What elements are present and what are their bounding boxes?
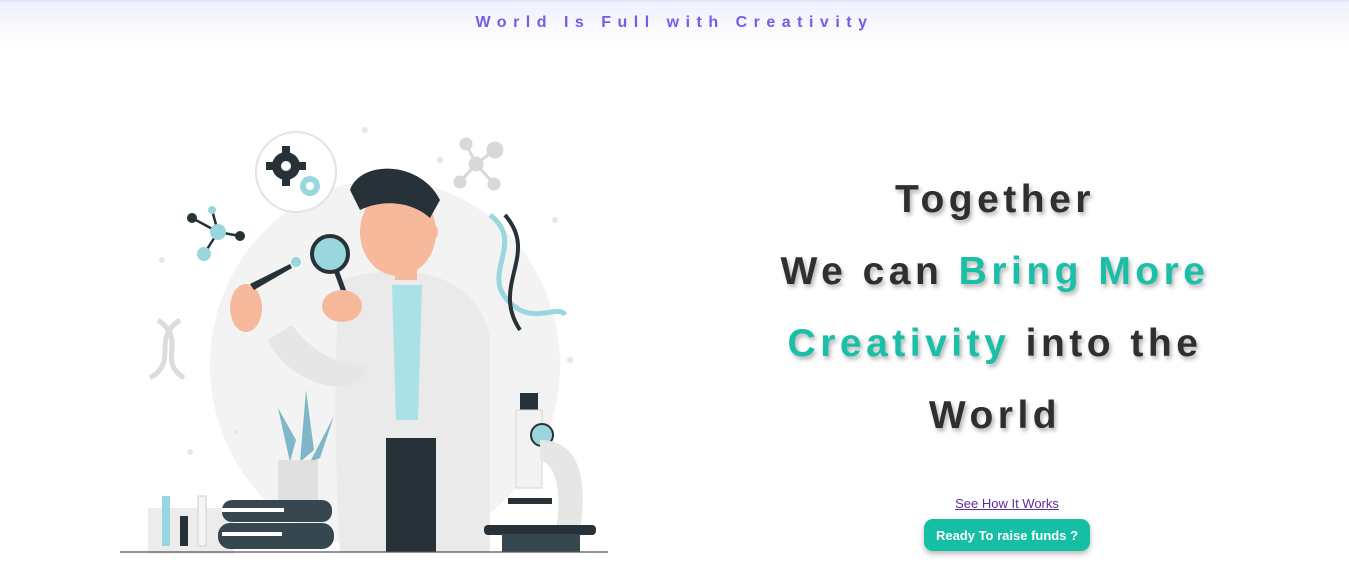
headline-line-3: Creativity into the [760, 308, 1230, 380]
hero-headline: Together We can Bring More Creativity in… [760, 164, 1230, 452]
headline-line-2-text: We can [780, 250, 959, 293]
raise-funds-button[interactable]: Ready To raise funds ? [924, 519, 1090, 551]
see-how-it-works-link[interactable]: See How It Works [0, 496, 1349, 511]
tagline: World Is Full with Creativity [475, 14, 874, 31]
headline-line-2: We can Bring More [760, 236, 1230, 308]
headline-highlight-creativity: Creativity [787, 322, 1011, 365]
scientist-illustration [120, 127, 608, 554]
headline-line-1: Together [895, 178, 1095, 221]
headline-highlight-bring-more: Bring More [958, 250, 1210, 293]
headline-line-4: World [928, 394, 1062, 437]
top-banner: World Is Full with Creativity [0, 0, 1349, 50]
headline-line-3-text: into the [1010, 322, 1203, 365]
